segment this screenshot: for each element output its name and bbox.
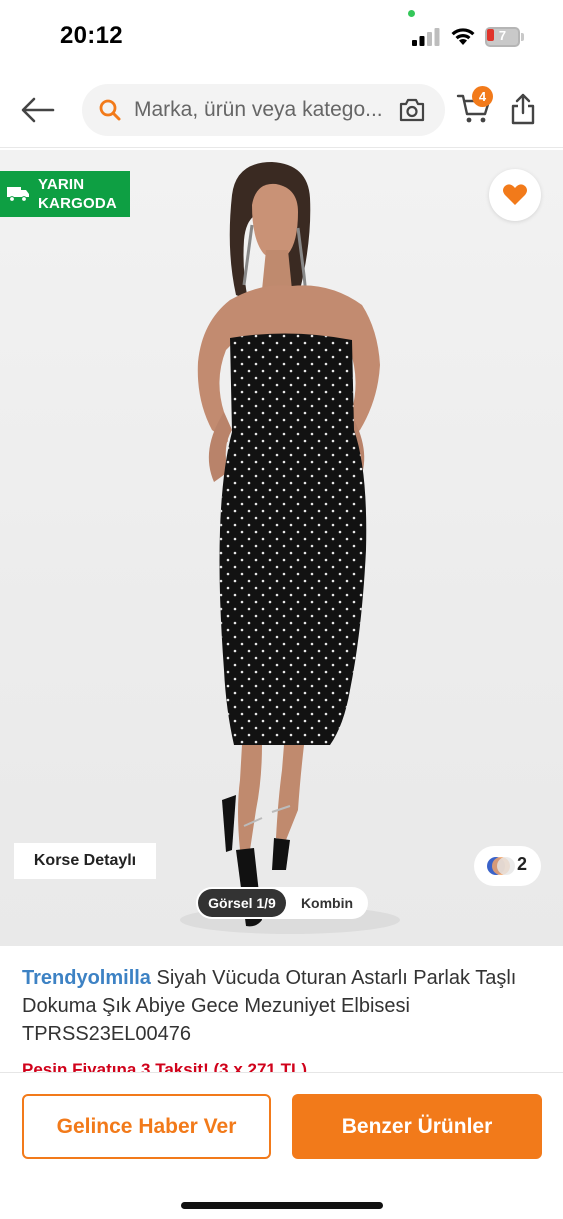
search-bar[interactable]: Marka, ürün veya katego... xyxy=(82,84,445,136)
tab-images[interactable]: Görsel 1/9 xyxy=(198,889,286,917)
truck-icon xyxy=(7,187,29,202)
color-variants-chip[interactable]: 2 xyxy=(474,846,541,886)
wifi-icon xyxy=(451,28,475,45)
product-photo[interactable] xyxy=(0,150,563,946)
back-button[interactable] xyxy=(18,90,58,130)
color-swatch-icon xyxy=(487,857,515,875)
share-icon[interactable] xyxy=(509,92,537,126)
product-image-gallery[interactable]: YARIN KARGODA Korse Detaylı 2 Görsel 1/9… xyxy=(0,150,563,946)
cargo-badge-line1: YARIN xyxy=(38,176,85,193)
status-bar: 20:12 7 xyxy=(0,0,563,72)
arrow-left-icon xyxy=(21,97,55,123)
battery-level-text: 7 xyxy=(498,28,507,43)
search-icon xyxy=(99,99,121,121)
gallery-view-toggle[interactable]: Görsel 1/9 Kombin xyxy=(196,887,368,919)
camera-icon[interactable] xyxy=(398,97,426,123)
heart-icon xyxy=(503,184,527,205)
variant-count: 2 xyxy=(517,854,528,874)
favorite-button[interactable] xyxy=(489,169,541,221)
top-navigation: Marka, ürün veya katego... 4 xyxy=(0,72,563,148)
battery-indicator: 7 xyxy=(485,27,525,47)
next-day-shipping-badge: YARIN KARGODA xyxy=(0,171,130,217)
similar-products-button[interactable]: Benzer Ürünler xyxy=(292,1094,542,1159)
brand-link[interactable]: Trendyolmilla xyxy=(22,967,151,989)
notify-when-available-button[interactable]: Gelince Haber Ver xyxy=(22,1094,271,1159)
feature-label: Korse Detaylı xyxy=(14,843,156,879)
home-indicator[interactable] xyxy=(181,1202,383,1209)
status-time: 20:12 xyxy=(60,22,123,49)
tab-outfit[interactable]: Kombin xyxy=(288,889,366,917)
cargo-badge-line2: KARGODA xyxy=(38,195,117,212)
cellular-signal-icon xyxy=(412,28,440,46)
bottom-action-bar: Gelince Haber Ver Benzer Ürünler xyxy=(0,1072,563,1219)
installment-promo: Peşin Fiyatına 3 Taksit! (3 x 271 TL) xyxy=(22,1060,308,1072)
privacy-indicator xyxy=(408,10,415,17)
search-input[interactable]: Marka, ürün veya katego... xyxy=(134,98,394,122)
cart-count-badge: 4 xyxy=(472,86,493,107)
product-title: Trendyolmilla Siyah Vücuda Oturan Astarl… xyxy=(22,964,542,1048)
